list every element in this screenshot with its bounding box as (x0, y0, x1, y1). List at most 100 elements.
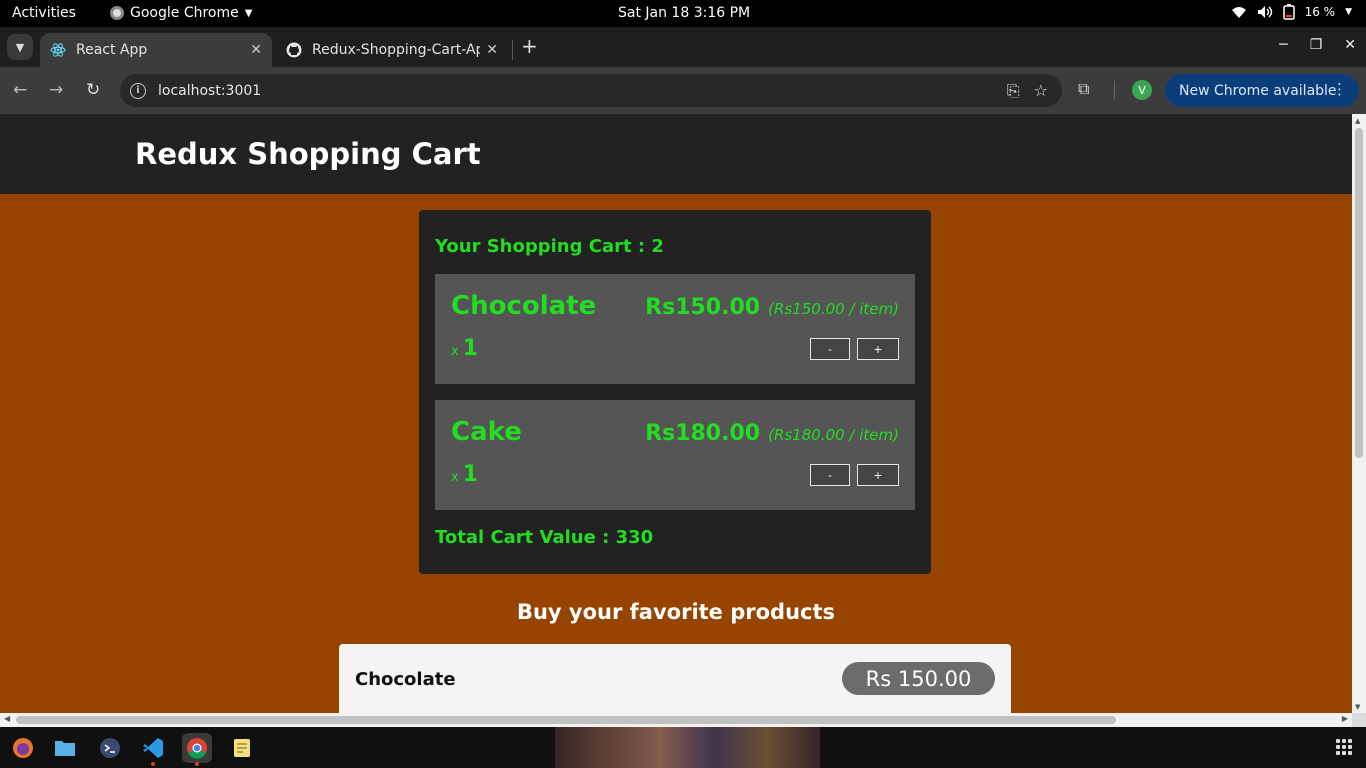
caret-down-icon: ▼ (244, 7, 253, 19)
quantity-value: 1 (462, 336, 479, 361)
site-info-icon[interactable]: i (130, 82, 146, 99)
running-indicator (195, 762, 199, 766)
bookmark-star-icon[interactable]: ☆ (1034, 81, 1048, 101)
browser-toolbar: ← → ↻ i localhost:3001 ⎘ ☆ ⧉ V New Chrom… (0, 67, 1366, 114)
close-tab-icon[interactable]: ✕ (486, 42, 498, 58)
tab-strip: ▼ React App ✕ Redux-Shopping-Cart-Ap ✕ +… (0, 27, 1366, 67)
scroll-right-icon[interactable]: ▶ (1342, 714, 1348, 723)
item-total-price: Rs180.00 (645, 421, 761, 446)
unit-price: (Rs180.00 / item) (768, 426, 899, 444)
vertical-scroll-thumb[interactable] (1355, 128, 1363, 458)
horizontal-scroll-thumb[interactable] (16, 716, 1116, 724)
cart-item-name: Chocolate (451, 291, 597, 321)
wallpaper-strip (555, 727, 820, 768)
omnibox-actions: ⎘ ☆ (1007, 81, 1048, 101)
update-label: New Chrome available (1179, 82, 1337, 99)
quantity-prefix: x (451, 344, 459, 359)
github-icon (286, 42, 302, 58)
horizontal-scrollbar[interactable]: ◀ ▶ (0, 713, 1352, 727)
dock-text-editor[interactable] (227, 733, 257, 763)
shopping-cart-panel: Your Shopping Cart : 2 Chocolate Rs150.0… (419, 210, 931, 574)
close-tab-icon[interactable]: ✕ (250, 42, 262, 58)
product-card[interactable]: Chocolate Rs 150.00 (339, 644, 1011, 713)
running-indicator (151, 762, 155, 766)
new-tab-button[interactable]: + (521, 35, 538, 57)
products-heading: Buy your favorite products (516, 600, 836, 624)
chrome-icon (110, 6, 124, 20)
dock-files[interactable] (50, 733, 80, 763)
reload-icon[interactable]: ↻ (86, 80, 100, 100)
quantity-prefix: x (451, 470, 459, 485)
battery-level: 16 % (1304, 5, 1336, 19)
app-menu[interactable]: Google Chrome ▼ (110, 5, 252, 21)
window-controls: ─ ❐ ✕ (1279, 37, 1356, 53)
battery-icon (1282, 4, 1295, 20)
extensions-puzzle-icon[interactable]: ⧉ (1078, 79, 1089, 99)
restore-icon[interactable]: ❐ (1310, 37, 1323, 53)
wifi-icon (1231, 7, 1246, 18)
item-total-price: Rs150.00 (645, 295, 761, 320)
minimize-icon[interactable]: ─ (1279, 37, 1287, 53)
back-arrow-icon[interactable]: ← (13, 80, 27, 100)
tab-title: React App (76, 42, 148, 58)
tab-separator (512, 40, 513, 60)
decrease-quantity-button[interactable]: - (810, 338, 850, 360)
address-bar[interactable]: i localhost:3001 ⎘ ☆ (120, 74, 1062, 107)
firefox-icon (13, 738, 33, 758)
chevron-down-icon: ▼ (15, 40, 25, 54)
install-app-icon[interactable]: ⎘ (1007, 81, 1020, 101)
power-menu-caret-icon: ▼ (1345, 7, 1352, 17)
show-apps-grid-icon[interactable] (1336, 739, 1352, 755)
page-viewport: Redux Shopping Cart Your Shopping Cart :… (0, 114, 1352, 713)
scrollbar-corner (1352, 713, 1366, 727)
cart-item: Chocolate Rs150.00 (Rs150.00 / item) x 1… (435, 274, 915, 384)
cart-title: Your Shopping Cart : 2 (435, 236, 664, 257)
cart-total: Total Cart Value : 330 (435, 527, 654, 548)
clock[interactable]: Sat Jan 18 3:16 PM (618, 5, 750, 21)
chrome-icon (187, 738, 207, 759)
scroll-up-icon[interactable]: ▲ (1355, 117, 1360, 125)
react-icon (50, 42, 66, 58)
cart-item-price: Rs180.00 (Rs180.00 / item) (645, 421, 899, 446)
cart-item-price: Rs150.00 (Rs150.00 / item) (645, 295, 899, 320)
terminal-icon (100, 738, 120, 758)
dock-firefox[interactable] (8, 733, 38, 763)
activities-button[interactable]: Activities (12, 5, 76, 21)
tab-github-repo[interactable]: Redux-Shopping-Cart-Ap ✕ (276, 33, 508, 67)
vertical-scrollbar[interactable]: ▲ ▼ (1352, 114, 1366, 713)
url-text[interactable]: localhost:3001 (158, 83, 261, 99)
profile-avatar[interactable]: V (1132, 80, 1152, 100)
dock-chrome[interactable] (182, 733, 212, 766)
product-name: Chocolate (355, 669, 456, 690)
tab-title: Redux-Shopping-Cart-Ap (312, 42, 481, 58)
increase-quantity-button[interactable]: + (857, 464, 899, 486)
vscode-icon (143, 738, 163, 758)
cart-item-name: Cake (451, 417, 522, 447)
dock-vscode[interactable] (138, 733, 168, 766)
tab-react-app[interactable]: React App ✕ (40, 33, 272, 67)
dock-terminal[interactable] (95, 733, 125, 763)
unit-price: (Rs150.00 / item) (768, 300, 899, 318)
more-vertical-icon[interactable]: ⋮ (1332, 80, 1347, 98)
cart-item: Cake Rs180.00 (Rs180.00 / item) x 1 - + (435, 400, 915, 510)
system-top-bar: Activities Google Chrome ▼ Sat Jan 18 3:… (0, 0, 1366, 27)
volume-icon (1257, 6, 1272, 18)
forward-arrow-icon[interactable]: → (49, 80, 63, 100)
site-header: Redux Shopping Cart (0, 114, 1352, 194)
site-title: Redux Shopping Cart (135, 137, 481, 171)
decrease-quantity-button[interactable]: - (810, 464, 850, 486)
toolbar-separator (1114, 81, 1115, 99)
product-price-badge: Rs 150.00 (842, 662, 995, 695)
system-tray[interactable]: 16 % ▼ (1231, 4, 1352, 20)
folder-icon (55, 741, 75, 756)
taskbar-dock (0, 727, 1366, 768)
increase-quantity-button[interactable]: + (857, 338, 899, 360)
app-menu-label: Google Chrome (130, 5, 239, 21)
scroll-left-icon[interactable]: ◀ (4, 714, 10, 723)
text-editor-icon (234, 739, 250, 757)
quantity-value: 1 (462, 462, 479, 487)
scroll-down-icon[interactable]: ▼ (1355, 703, 1360, 711)
tab-search-button[interactable]: ▼ (7, 34, 33, 60)
close-window-icon[interactable]: ✕ (1344, 37, 1356, 53)
new-chrome-available-button[interactable]: New Chrome available ⋮ (1165, 74, 1359, 107)
